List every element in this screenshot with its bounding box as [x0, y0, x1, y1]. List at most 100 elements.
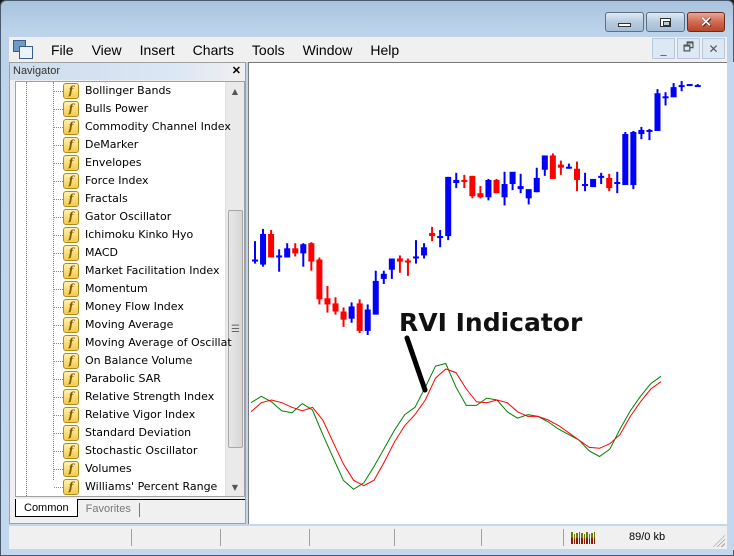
navigator-item[interactable]: f Gator Oscillator	[16, 208, 224, 226]
menu-insert[interactable]: Insert	[131, 42, 184, 58]
menu-help[interactable]: Help	[361, 42, 408, 58]
chart-window[interactable]: RVI Indicator	[248, 62, 727, 524]
bearish-candle	[268, 234, 275, 258]
mdi-restore-button[interactable]: 🗗	[677, 38, 700, 59]
bearish-candle	[292, 248, 299, 254]
app-window: ✕ File View Insert Charts Tools Window H…	[0, 0, 734, 556]
navigator-item-label: DeMarker	[85, 138, 139, 151]
navigator-item[interactable]: f Volumes	[16, 460, 224, 478]
navigator-scrollbar[interactable]: ▲ ☰ ▼	[225, 82, 244, 496]
navigator-item[interactable]: f Williams' Percent Range	[16, 478, 224, 496]
tree-connector	[54, 469, 63, 470]
navigator-item[interactable]: f Relative Vigor Index	[16, 406, 224, 424]
tab-favorites[interactable]: Favorites	[78, 503, 140, 517]
navigator-item[interactable]: f Ichimoku Kinko Hyo	[16, 226, 224, 244]
bearish-candle	[477, 193, 484, 198]
function-icon: f	[63, 83, 79, 99]
navigator-item-expert-advisors[interactable]: Expert Advisors	[22, 496, 142, 497]
navigator-item[interactable]: f Bulls Power	[16, 100, 224, 118]
maximize-button[interactable]	[646, 12, 685, 32]
bullish-candle	[525, 189, 532, 199]
tree-connector	[54, 271, 63, 272]
menu-tools[interactable]: Tools	[243, 42, 294, 58]
navigator-item[interactable]: f Moving Average	[16, 316, 224, 334]
navigator-item[interactable]: f Fractals	[16, 190, 224, 208]
navigator-item[interactable]: f Stochastic Oscillator	[16, 442, 224, 460]
menu-charts[interactable]: Charts	[184, 42, 243, 58]
navigator-item[interactable]: f Money Flow Index	[16, 298, 224, 316]
navigator-item[interactable]: f MACD	[16, 244, 224, 262]
tree-connector	[54, 397, 63, 398]
bullish-candle	[300, 244, 307, 254]
navigator-header[interactable]: Navigator ✕	[10, 63, 245, 80]
navigator-item-label: Commodity Channel Index	[85, 120, 231, 133]
connection-bar	[591, 533, 593, 544]
menu-bar: File View Insert Charts Tools Window Hel…	[9, 37, 727, 62]
connection-bar	[586, 532, 588, 544]
menu-view[interactable]: View	[83, 42, 131, 58]
metatrader-app-icon[interactable]	[12, 39, 34, 61]
status-separator	[394, 529, 395, 546]
bullish-candle	[541, 155, 548, 170]
navigator-item[interactable]: f On Balance Volume	[16, 352, 224, 370]
function-icon: f	[63, 479, 79, 495]
connection-bars-icon[interactable]	[571, 532, 595, 544]
close-button[interactable]: ✕	[687, 12, 725, 32]
bullish-candle	[630, 132, 637, 186]
connection-bar	[593, 532, 595, 544]
resize-grip-icon[interactable]	[713, 535, 725, 547]
navigator-close-icon[interactable]: ✕	[232, 63, 241, 80]
maximize-icon	[660, 17, 671, 27]
tree-connector	[54, 127, 63, 128]
tree-connector	[54, 199, 63, 200]
tree-connector	[54, 361, 63, 362]
bearish-candle	[324, 298, 331, 305]
bullish-candle	[646, 129, 653, 132]
status-separator	[220, 529, 221, 546]
navigator-item-label: Market Facilitation Index	[85, 264, 220, 277]
tree-connector	[54, 163, 63, 164]
mdi-minimize-button[interactable]: _	[652, 38, 675, 59]
title-bar[interactable]: ✕	[1, 1, 733, 36]
bullish-candle	[622, 134, 629, 186]
scroll-up-arrow-icon[interactable]: ▲	[226, 82, 244, 100]
bullish-candle	[678, 85, 685, 88]
scroll-down-arrow-icon[interactable]: ▼	[226, 478, 244, 496]
bearish-candle	[404, 260, 411, 263]
navigator-item[interactable]: f Relative Strength Index	[16, 388, 224, 406]
navigator-item-label: Moving Average	[85, 318, 174, 331]
navigator-item[interactable]: f Commodity Channel Index	[16, 118, 231, 136]
navigator-item[interactable]: f Standard Deviation	[16, 424, 224, 442]
scroll-thumb[interactable]: ☰	[228, 210, 243, 448]
tree-connector	[54, 217, 63, 218]
mdi-close-button[interactable]: ✕	[702, 38, 725, 59]
function-icon: f	[63, 281, 79, 297]
navigator-item[interactable]: f Market Facilitation Index	[16, 262, 224, 280]
menu-window[interactable]: Window	[294, 42, 362, 58]
bullish-candle	[388, 258, 395, 270]
navigator-panel: Navigator ✕ ▲ ☰ ▼ f Bollinger Bands f Bulls…	[9, 62, 246, 524]
function-icon: f	[63, 191, 79, 207]
navigator-item[interactable]: f Bollinger Bands	[16, 82, 224, 100]
navigator-item[interactable]: f Moving Average of Oscillat	[16, 334, 232, 352]
navigator-item[interactable]: f Momentum	[16, 280, 224, 298]
bearish-candle	[308, 243, 315, 262]
traffic-status: 89/0 kb	[629, 531, 666, 543]
bullish-candle	[533, 177, 540, 193]
function-icon: f	[63, 209, 79, 225]
function-icon: f	[63, 335, 79, 351]
navigator-item-label: Force Index	[85, 174, 149, 187]
status-separator	[563, 529, 564, 546]
function-icon: f	[63, 389, 79, 405]
navigator-item[interactable]: f Parabolic SAR	[16, 370, 224, 388]
bullish-candle	[654, 93, 661, 131]
minimize-button[interactable]	[605, 12, 644, 32]
navigator-item[interactable]: f Envelopes	[16, 154, 224, 172]
menu-file[interactable]: File	[42, 42, 83, 58]
tab-common[interactable]: Common	[15, 499, 78, 517]
navigator-item-label: Relative Strength Index	[85, 390, 215, 403]
navigator-item[interactable]: f DeMarker	[16, 136, 224, 154]
function-icon: f	[63, 299, 79, 315]
navigator-item[interactable]: f Force Index	[16, 172, 224, 190]
bearish-candle	[461, 179, 468, 182]
